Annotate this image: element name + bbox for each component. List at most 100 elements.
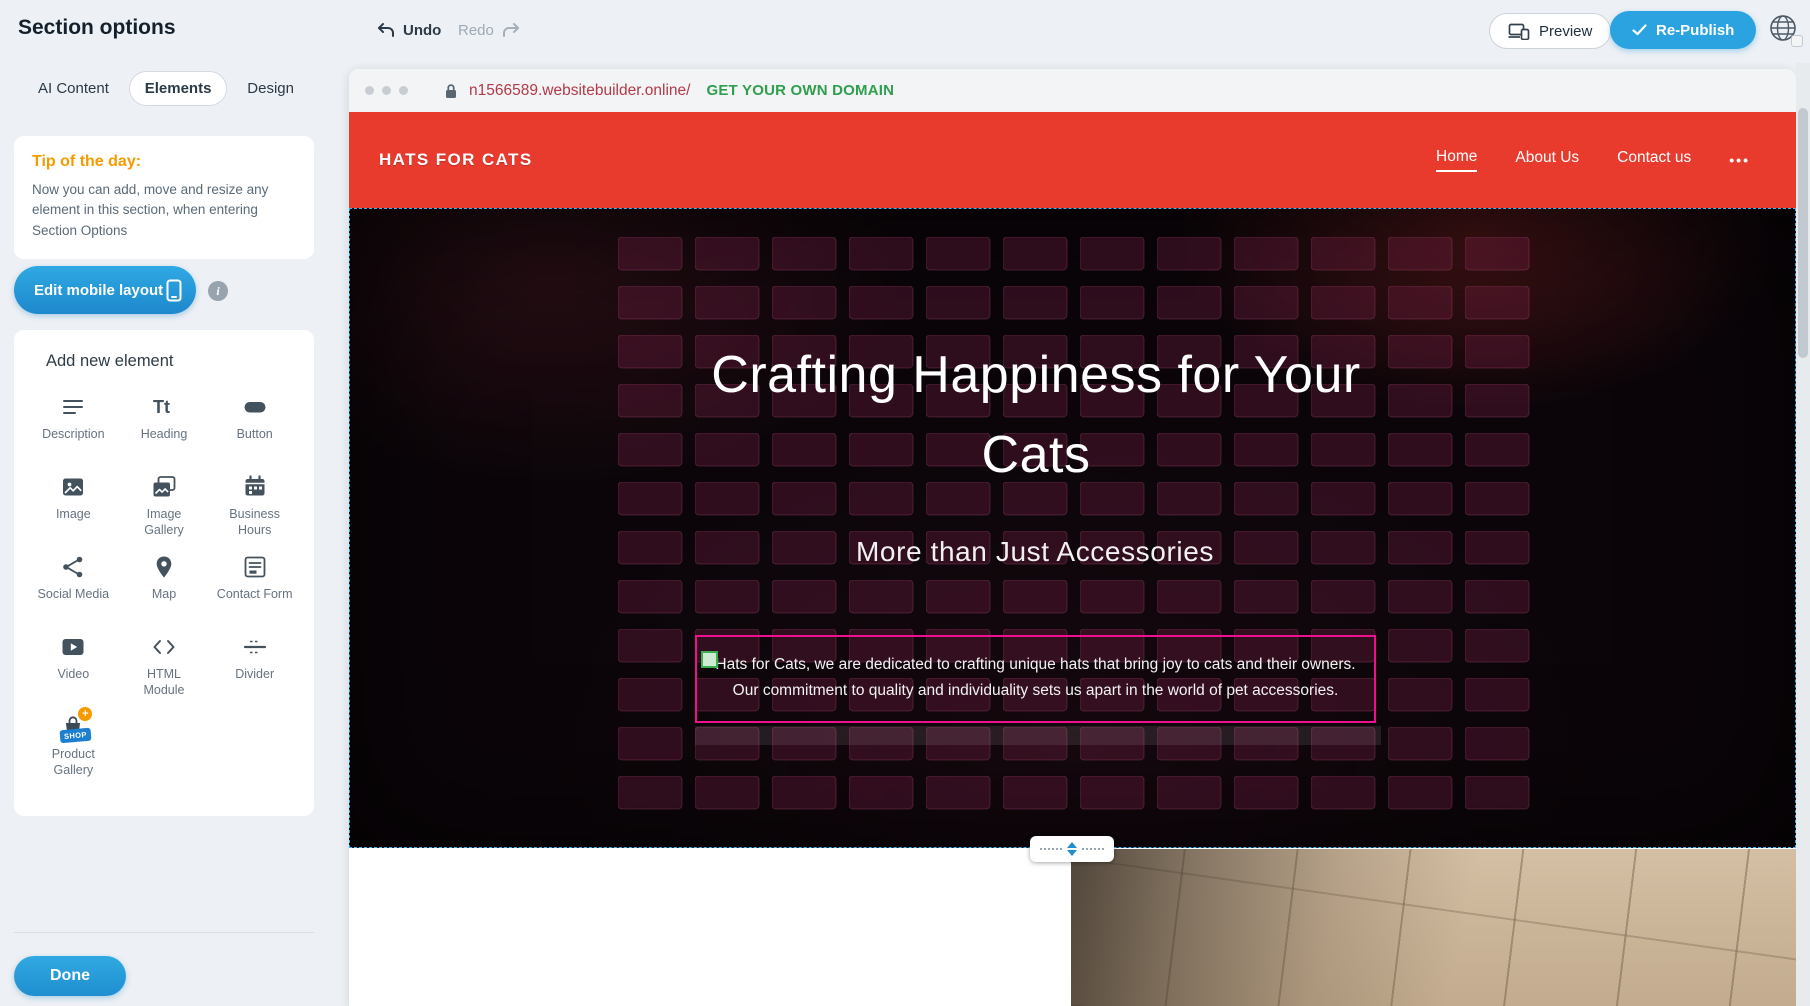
language-globe-button[interactable]: [1768, 13, 1800, 45]
undo-label: Undo: [403, 22, 441, 39]
undo-button[interactable]: Undo: [376, 18, 441, 42]
section-resize-handle[interactable]: [1030, 836, 1114, 862]
tiled-floor-photo: [1071, 849, 1796, 1006]
window-dot: [399, 86, 408, 95]
element-label: HTML Module: [126, 667, 202, 698]
element-label: Product Gallery: [35, 747, 111, 778]
redo-icon: [501, 22, 521, 38]
lock-icon: [444, 83, 458, 99]
site-logo[interactable]: HATS FOR CATS: [379, 150, 533, 170]
scrollbar-thumb[interactable]: [1798, 108, 1808, 358]
tab-design[interactable]: Design: [231, 71, 310, 106]
next-section: [349, 849, 1796, 1006]
divider-icon: [241, 633, 269, 661]
image-icon: [59, 473, 87, 501]
business-hours-icon: [241, 473, 269, 501]
hero-subheading[interactable]: More than Just Accessories: [635, 536, 1435, 568]
element-label: Map: [152, 587, 176, 603]
video-icon: [59, 633, 87, 661]
element-label: Description: [42, 427, 105, 443]
preview-button[interactable]: Preview: [1489, 13, 1611, 49]
check-icon: [1632, 24, 1647, 36]
element-image-gallery[interactable]: Image Gallery: [119, 469, 210, 549]
site-url[interactable]: n1566589.websitebuilder.online/: [469, 82, 690, 100]
edit-mobile-label: Edit mobile layout: [34, 282, 163, 299]
element-divider[interactable]: Divider: [209, 629, 300, 709]
element-label: Divider: [235, 667, 274, 683]
element-html-module[interactable]: HTML Module: [119, 629, 210, 709]
nav-item-contact[interactable]: Contact us: [1617, 149, 1691, 171]
svg-text:Tt: Tt: [153, 397, 170, 417]
map-pin-icon: [150, 553, 178, 581]
resize-dash: [1082, 848, 1104, 850]
redo-label: Redo: [458, 22, 494, 39]
element-grid: Description Tt Heading Button: [28, 389, 300, 789]
hero-paragraph[interactable]: Hats for Cats, we are dedicated to craft…: [697, 637, 1374, 704]
element-product-gallery[interactable]: + SHOP Product Gallery: [28, 709, 119, 789]
site-preview-window: n1566589.websitebuilder.online/ GET YOUR…: [349, 69, 1796, 1006]
redo-button[interactable]: Redo: [458, 18, 521, 42]
contact-form-icon: [241, 553, 269, 581]
vertical-scrollbar[interactable]: [1796, 63, 1810, 1006]
browser-chrome: n1566589.websitebuilder.online/ GET YOUR…: [349, 69, 1796, 112]
element-button[interactable]: Button: [209, 389, 300, 469]
text-lines-icon: [59, 393, 87, 421]
element-contact-form[interactable]: Contact Form: [209, 549, 300, 629]
tab-ai-content[interactable]: AI Content: [22, 71, 125, 106]
plus-badge: +: [78, 707, 92, 721]
add-element-title: Add new element: [28, 352, 300, 371]
site-nav: Home About Us Contact us •••: [1436, 148, 1796, 172]
resize-arrows-icon: [1067, 842, 1077, 856]
page-title: Section options: [18, 16, 176, 40]
element-image[interactable]: Image: [28, 469, 119, 549]
element-business-hours[interactable]: Business Hours: [209, 469, 300, 549]
republish-label: Re-Publish: [1656, 22, 1734, 39]
element-label: Heading: [141, 427, 188, 443]
done-button[interactable]: Done: [14, 956, 126, 996]
site-header: HATS FOR CATS Home About Us Contact us •…: [349, 112, 1796, 208]
button-icon: [241, 393, 269, 421]
window-dot: [365, 86, 374, 95]
tip-title: Tip of the day:: [32, 153, 296, 171]
hero-heading[interactable]: Crafting Happiness for Your Cats: [695, 335, 1377, 495]
selected-text-element[interactable]: Hats for Cats, we are dedicated to craft…: [695, 635, 1376, 723]
get-domain-link[interactable]: GET YOUR OWN DOMAIN: [706, 82, 894, 99]
element-label: Video: [57, 667, 89, 683]
element-map[interactable]: Map: [119, 549, 210, 629]
tip-body: Now you can add, move and resize any ele…: [32, 180, 290, 241]
devices-icon: [1508, 23, 1530, 40]
tab-elements[interactable]: Elements: [129, 71, 228, 106]
app: Section options Undo Redo Preview Re-Pub…: [0, 0, 1810, 1006]
add-element-panel: Add new element Description Tt Heading: [14, 330, 314, 816]
undo-icon: [376, 22, 396, 38]
element-video[interactable]: Video: [28, 629, 119, 709]
product-gallery-icon: + SHOP: [58, 713, 88, 741]
nav-item-home[interactable]: Home: [1436, 148, 1477, 172]
edit-mobile-layout-button[interactable]: Edit mobile layout: [14, 266, 196, 314]
share-icon: [59, 553, 87, 581]
globe-badge: [1791, 35, 1803, 47]
element-label: Social Media: [38, 587, 110, 603]
tip-of-the-day-card: Tip of the day: Now you can add, move an…: [14, 136, 314, 259]
code-icon: [150, 633, 178, 661]
element-heading[interactable]: Tt Heading: [119, 389, 210, 469]
republish-button[interactable]: Re-Publish: [1610, 11, 1756, 49]
element-label: Image Gallery: [126, 507, 202, 538]
element-drag-handle[interactable]: [701, 651, 718, 668]
nav-item-about[interactable]: About Us: [1515, 149, 1579, 171]
nav-more-button[interactable]: •••: [1729, 152, 1750, 168]
resize-dash: [1040, 848, 1062, 850]
element-placeholder-bar: [695, 726, 1381, 745]
heading-icon: Tt: [150, 393, 178, 421]
info-icon[interactable]: i: [208, 281, 228, 301]
element-description[interactable]: Description: [28, 389, 119, 469]
element-label: Image: [56, 507, 91, 523]
preview-label: Preview: [1539, 23, 1592, 40]
element-label: Contact Form: [217, 587, 293, 603]
image-gallery-icon: [150, 473, 178, 501]
phone-icon: [166, 279, 182, 302]
hero-section-selected[interactable]: Crafting Happiness for Your Cats More th…: [349, 208, 1796, 848]
shop-badge: SHOP: [60, 728, 92, 744]
element-label: Business Hours: [217, 507, 293, 538]
element-social-media[interactable]: Social Media: [28, 549, 119, 629]
